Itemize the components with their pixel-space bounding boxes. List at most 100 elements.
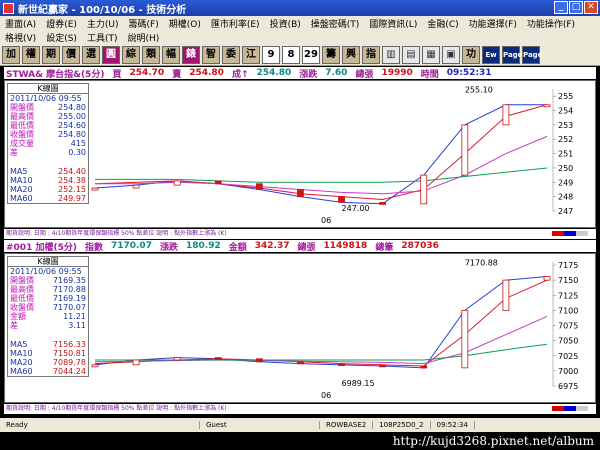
y-tick-label: 252 [558, 135, 573, 144]
menu-item[interactable]: 功能選擇(F) [464, 17, 522, 30]
ma-value: 7044.24 [52, 367, 86, 376]
bottom-footnote: 期貨說明: 日期 : 4/10期貨年度環保類指標 50% 點差位 說明 : 點外… [4, 404, 596, 414]
bottom-index-chart[interactable]: 7175 7150 7125 7100 7075 7050 7025 7000 6975 06 71… [89, 254, 595, 402]
footnote-text: 期貨說明: 日期 : 4/10期貨年度環保類指標 50% 點差位 說明 : 點外… [6, 405, 227, 412]
candle [297, 189, 304, 198]
info-value: 3.11 [68, 321, 86, 330]
info-value: 7170.07 [52, 303, 86, 312]
info-key: 開盤價 [10, 276, 34, 285]
toolbar-button[interactable]: 委 [222, 45, 240, 64]
toolbar-button[interactable]: 智 [202, 45, 220, 64]
toolbar-button[interactable]: 29 [302, 45, 320, 64]
toolbar-button[interactable]: 選 [82, 45, 100, 64]
window-icon[interactable]: ▣ [442, 45, 460, 64]
toolbar-button[interactable]: 功 [462, 45, 480, 64]
menu-item[interactable]: 期權(O) [164, 17, 206, 30]
menu-item[interactable]: 格視(V) [0, 31, 41, 44]
minimize-button[interactable]: _ [554, 1, 568, 14]
toolbar-button[interactable]: 圓 [102, 45, 120, 64]
info-key: 最高價 [10, 285, 34, 294]
y-tick-label: 7075 [558, 322, 578, 331]
toolbar-button[interactable]: 江 [242, 45, 260, 64]
menu-item[interactable]: 畫面(A) [0, 17, 41, 30]
ma-key: MA60 [10, 367, 33, 376]
status-clock: 09:52:34 [431, 421, 475, 429]
toolbar-button[interactable]: Ew [482, 45, 500, 64]
menu-item[interactable]: 證券(E) [41, 17, 82, 30]
status-ready: Ready [0, 421, 200, 429]
page-down-button[interactable]: Page [522, 45, 542, 64]
y-tick-label: 249 [558, 178, 573, 187]
ma-key: MA10 [10, 349, 33, 358]
window-title: 新世紀贏家 - 100/10/06 - 技術分析 [18, 4, 187, 16]
candle [420, 365, 428, 369]
info-key: 最低價 [10, 121, 34, 130]
toolbar-button[interactable]: 籌 [322, 45, 340, 64]
candle [338, 363, 345, 367]
info-value: 415 [70, 139, 86, 148]
app-icon [3, 2, 14, 14]
info-key: 金額 [10, 312, 26, 321]
info-key: 收盤價 [10, 303, 34, 312]
window-controls: _ □ ✕ [554, 1, 598, 14]
buy-label: 買 [112, 69, 122, 80]
bottom-chart-panel[interactable]: K線圖 2011/10/06 09:55 開盤價 7169.35 最高價 7170.… [4, 253, 596, 403]
page-up-button[interactable]: Page [502, 45, 522, 64]
x-tick-label: 06 [321, 391, 331, 400]
toolbar-button[interactable]: 9 [262, 45, 280, 64]
toolbar-button[interactable]: 錶 [182, 45, 200, 64]
change-value: 7.60 [325, 68, 348, 78]
grid-icon[interactable]: ▦ [422, 45, 440, 64]
menu-item[interactable]: 操盤密碼(T) [306, 17, 365, 30]
toolbar-button[interactable]: 8 [282, 45, 300, 64]
toolbar-button[interactable]: 加 [2, 45, 20, 64]
top-price-chart[interactable]: 255 254 253 252 251 250 249 248 247 06 255.10 247.0… [89, 81, 595, 227]
toolbar-button[interactable]: 權 [22, 45, 40, 64]
top-chart-panel[interactable]: K線圖 2011/10/06 09:55 開盤價 254.80 最高價 255.00… [4, 80, 596, 228]
info-value: 254.80 [58, 103, 86, 112]
info-value: 11.21 [63, 312, 86, 321]
chart-type-icon[interactable]: ▥ [382, 45, 400, 64]
peak-label: 255.10 [465, 86, 493, 95]
ma-value: 249.97 [58, 194, 86, 203]
menu-item[interactable]: 說明(H) [122, 31, 164, 44]
toolbar-button[interactable]: 價 [62, 45, 80, 64]
y-tick-label: 7100 [558, 306, 578, 315]
info-key: 差 [10, 321, 18, 330]
maximize-button[interactable]: □ [569, 1, 583, 14]
menu-item[interactable]: 投資(B) [265, 17, 306, 30]
ma-key: MA5 [10, 167, 28, 176]
candle [132, 359, 140, 366]
buy-value: 254.70 [129, 68, 165, 78]
menu-item[interactable]: 功能操作(F) [522, 17, 580, 30]
peak-label: 7170.88 [465, 259, 498, 268]
info-date: 2011/10/06 09:55 [10, 94, 82, 103]
mini-indicator [552, 231, 588, 236]
menu-item[interactable]: 工具(T) [82, 31, 123, 44]
index-value: 7170.07 [110, 241, 152, 251]
menu-item[interactable]: 匯市利率(E) [206, 17, 265, 30]
menu-item[interactable]: 設定(S) [41, 31, 82, 44]
kline-info-box: K線圖 2011/10/06 09:55 開盤價 254.80 最高價 255.00… [7, 83, 89, 204]
toolbar-button[interactable]: 類 [142, 45, 160, 64]
amount-value: 342.37 [254, 241, 290, 251]
candle [214, 180, 222, 185]
toolbar-button[interactable]: 指 [362, 45, 380, 64]
toolbar-button[interactable]: 興 [342, 45, 360, 64]
toolbar-button[interactable]: 幅 [162, 45, 180, 64]
index-label: 指數 [84, 242, 103, 253]
menu-item[interactable]: 國際資訊(L) [364, 17, 422, 30]
info-value: 7169.19 [52, 294, 86, 303]
candle-icon[interactable]: ▤ [402, 45, 420, 64]
y-tick-label: 7000 [558, 367, 578, 376]
close-button[interactable]: ✕ [584, 1, 598, 14]
menu-item[interactable]: 金融(C) [422, 17, 463, 30]
toolbar-button[interactable]: 綜 [122, 45, 140, 64]
info-key: 差 [10, 148, 18, 157]
info-value: 7169.35 [52, 276, 86, 285]
menu-item[interactable]: 籌碼(F) [124, 17, 164, 30]
candle [297, 361, 304, 365]
toolbar-button[interactable]: 期 [42, 45, 60, 64]
candle [255, 358, 263, 363]
menu-item[interactable]: 主力(U) [82, 17, 124, 30]
